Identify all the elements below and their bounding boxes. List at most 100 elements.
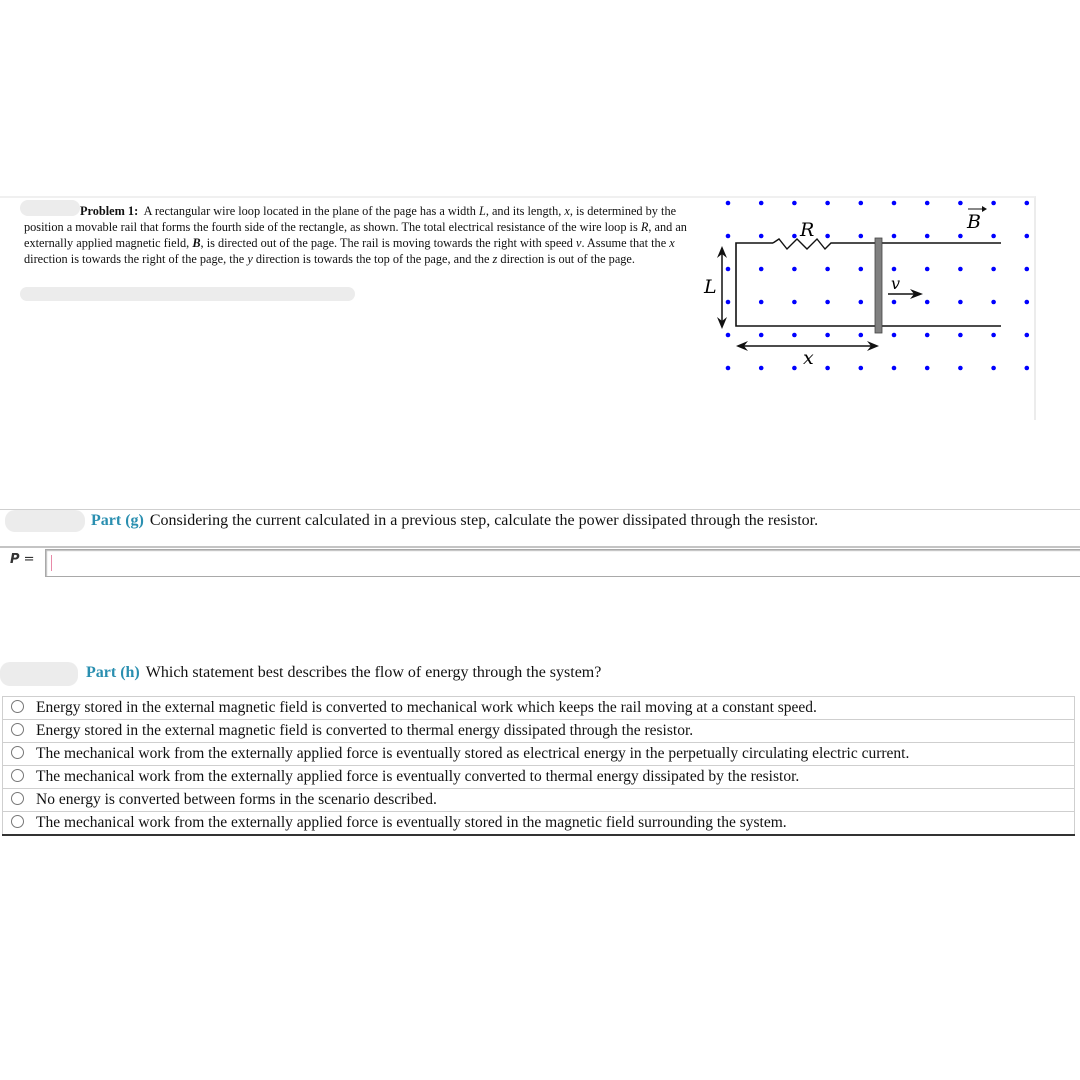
field-dot	[758, 365, 764, 371]
field-dot	[825, 200, 830, 206]
option-text: Energy stored in the external magnetic f…	[36, 722, 694, 739]
width-label: L	[703, 276, 717, 298]
length-label: x	[803, 347, 814, 369]
answer-options: Energy stored in the external magnetic f…	[2, 696, 1075, 836]
var: x	[669, 236, 675, 250]
field-dot	[958, 365, 963, 371]
option-text: No energy is converted between forms in …	[36, 791, 437, 808]
field-dot	[858, 299, 864, 305]
velocity-label: v	[891, 274, 900, 293]
answer-variable: P	[10, 552, 20, 567]
answer-equals: =	[19, 552, 35, 567]
field-dot	[792, 365, 797, 371]
option-text: Energy stored in the external magnetic f…	[36, 699, 817, 716]
redacted-area	[0, 662, 78, 686]
var: L	[478, 204, 486, 218]
field-dot	[1024, 332, 1030, 338]
field-dot	[991, 365, 996, 371]
field-dot	[725, 266, 731, 272]
field-dot	[825, 266, 830, 272]
movable-rail	[874, 237, 883, 334]
field-dot	[758, 233, 764, 239]
part-h-label: Part (h)	[86, 664, 140, 681]
field-dot	[891, 233, 897, 239]
field-dot	[825, 365, 830, 371]
option-text: The mechanical work from the externally …	[36, 814, 787, 831]
radio-button[interactable]	[11, 792, 24, 805]
divider	[0, 509, 1080, 510]
radio-button[interactable]	[11, 700, 24, 713]
option-row[interactable]: The mechanical work from the externally …	[2, 742, 1075, 766]
field-dot	[825, 332, 830, 338]
option-row[interactable]: Energy stored in the external magnetic f…	[2, 719, 1075, 743]
field-dot	[758, 299, 764, 305]
redacted-area	[5, 510, 85, 532]
radio-button[interactable]	[11, 769, 24, 782]
field-dot	[924, 332, 930, 338]
field-dot	[725, 299, 731, 305]
field-dot	[825, 233, 830, 239]
radio-button[interactable]	[11, 723, 24, 736]
circuit-diagram: R B L x v	[703, 200, 1030, 371]
field-dot	[958, 299, 963, 305]
radio-button[interactable]	[11, 746, 24, 759]
field-dot	[725, 200, 731, 206]
field-dot	[991, 200, 996, 206]
field-dot	[1024, 365, 1030, 371]
option-row[interactable]: Energy stored in the external magnetic f…	[2, 696, 1075, 720]
text-cursor	[51, 555, 52, 571]
field-dot	[858, 200, 864, 206]
part-h-question: Which statement best describes the flow …	[145, 664, 602, 681]
field-dot	[858, 233, 864, 239]
redacted-area	[20, 287, 355, 301]
field-dot	[1024, 200, 1030, 206]
field-dot	[991, 299, 996, 305]
field-dot	[891, 332, 897, 338]
field-dot	[858, 332, 864, 338]
field-dot	[792, 200, 797, 206]
divider	[0, 546, 1080, 548]
part-g-question: Considering the current calculated in a …	[149, 512, 819, 529]
field-dot	[725, 233, 731, 239]
part-g-header: Part (g) Considering the current calculat…	[91, 512, 818, 530]
problem-title: Problem 1:	[80, 204, 139, 218]
field-dot	[924, 266, 930, 272]
power-answer-input[interactable]	[45, 549, 1080, 577]
field-dot	[758, 200, 764, 206]
option-row[interactable]: The mechanical work from the externally …	[2, 765, 1075, 789]
field-dot	[958, 332, 963, 338]
option-row[interactable]: No energy is converted between forms in …	[2, 788, 1075, 812]
field-dot	[758, 332, 764, 338]
field-dot	[792, 233, 797, 239]
arrowhead-icon	[982, 206, 987, 212]
option-row[interactable]: The mechanical work from the externally …	[2, 811, 1075, 836]
problem-text: direction is towards the right of the pa…	[24, 252, 248, 266]
field-dot	[725, 332, 731, 338]
answer-label: P =	[10, 552, 35, 567]
field-dot	[792, 266, 797, 272]
field-dot	[958, 233, 963, 239]
field-dot	[825, 299, 830, 305]
field-dot	[1024, 299, 1030, 305]
field-dot	[858, 365, 864, 371]
field-dot	[1024, 233, 1030, 239]
field-dot	[792, 299, 797, 305]
field-dot	[1024, 266, 1030, 272]
problem-text: , and its length,	[485, 204, 565, 218]
option-text: The mechanical work from the externally …	[36, 745, 910, 762]
field-dot	[958, 200, 963, 206]
problem-text: A rectangular wire loop located in the p…	[143, 204, 479, 218]
field-label: B	[966, 211, 981, 233]
field-dot	[891, 266, 897, 272]
radio-button[interactable]	[11, 815, 24, 828]
field-dot	[991, 332, 996, 338]
var: B	[192, 236, 201, 250]
field-dot	[891, 200, 897, 206]
option-text: The mechanical work from the externally …	[36, 768, 800, 785]
field-dot	[858, 266, 864, 272]
field-dot	[924, 233, 930, 239]
field-dot	[991, 233, 996, 239]
field-dot	[924, 299, 930, 305]
part-g-label: Part (g)	[91, 512, 144, 529]
field-dot	[958, 266, 963, 272]
